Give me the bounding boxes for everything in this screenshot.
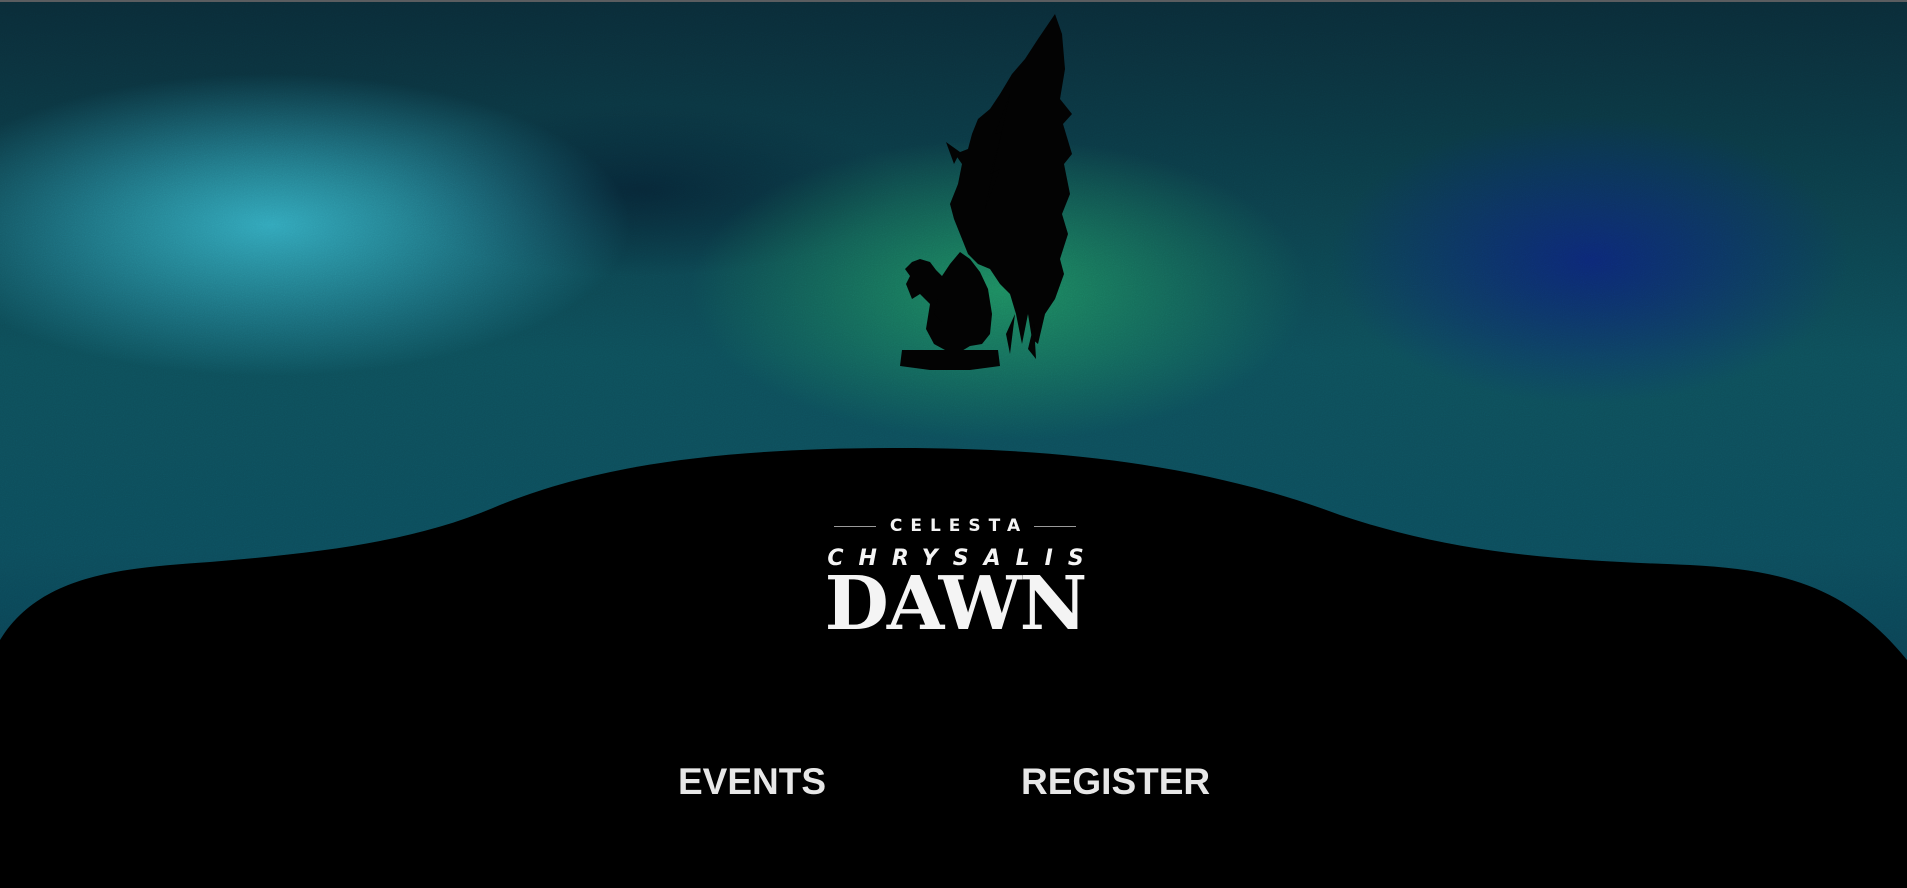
logo-rule-left	[833, 525, 876, 527]
logo-rule-right	[1034, 525, 1077, 527]
logo-eyebrow: CELESTA	[770, 516, 1140, 536]
events-link[interactable]: EVENTS	[678, 760, 826, 804]
register-link[interactable]: REGISTER	[1021, 760, 1210, 804]
logo-title: DAWN	[824, 561, 1088, 647]
gargoyle-silhouette-icon	[900, 14, 1072, 370]
browser-top-edge	[0, 0, 1907, 2]
logo-eyebrow-text: CELESTA	[889, 516, 1029, 536]
celesta-logo: CELESTA CHRYSALIS DAWN	[770, 510, 1140, 644]
